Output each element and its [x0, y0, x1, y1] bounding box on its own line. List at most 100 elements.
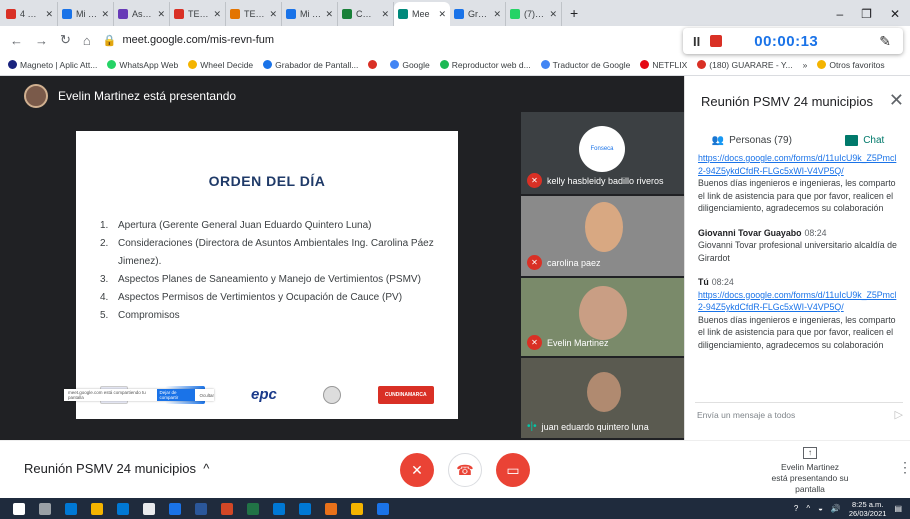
close-tab-icon[interactable]: ✕: [45, 9, 53, 20]
taskbar-app[interactable]: [32, 498, 58, 519]
browser-tab[interactable]: TESCOP ✕: [226, 2, 282, 26]
stop-icon[interactable]: [710, 35, 723, 47]
taskbar-app[interactable]: [292, 498, 318, 519]
tab-people-label: Personas (79): [729, 134, 792, 146]
participant-tile[interactable]: ✕ Evelin Martinez: [521, 278, 684, 356]
clock[interactable]: 8:25 a.m. 26/03/2021: [849, 500, 887, 518]
tray-chevron-icon[interactable]: ^: [806, 504, 810, 513]
close-tab-icon[interactable]: ✕: [269, 9, 277, 20]
stop-sharing-button[interactable]: Dejar de compartir: [156, 389, 196, 401]
bookmark-item[interactable]: (180) GUARARE - Y...: [697, 60, 793, 70]
bookmark-item[interactable]: WhatsApp Web: [107, 60, 178, 70]
network-icon[interactable]: ◒: [818, 504, 823, 513]
tab-favicon-icon: [454, 9, 464, 19]
volume-icon[interactable]: 🔊: [831, 504, 841, 513]
close-tab-icon[interactable]: ✕: [438, 9, 446, 20]
tab-label: (7) Wha: [524, 9, 546, 19]
taskbar-app[interactable]: [84, 498, 110, 519]
taskbar-app[interactable]: [370, 498, 396, 519]
close-panel-icon[interactable]: ✕: [889, 90, 904, 111]
taskbar-app[interactable]: [188, 498, 214, 519]
taskbar-app[interactable]: [318, 498, 344, 519]
app-icon: [195, 502, 207, 515]
close-tab-icon[interactable]: ✕: [381, 9, 389, 20]
pause-icon[interactable]: II: [693, 34, 700, 49]
taskbar-app[interactable]: [266, 498, 292, 519]
bookmark-item[interactable]: Otros favoritos: [817, 60, 885, 70]
browser-tab[interactable]: Mee ✕: [394, 2, 450, 26]
hide-notice-button[interactable]: Ocultar: [199, 393, 214, 398]
bookmark-item[interactable]: Magneto | Aplic Att...: [8, 60, 97, 70]
bookmark-item[interactable]: Traductor de Google: [540, 60, 630, 70]
notifications-icon[interactable]: ▤: [894, 504, 902, 513]
participant-tile[interactable]: •|• juan eduardo quintero luna: [521, 358, 684, 438]
app-icon: [273, 502, 285, 515]
participant-video: [585, 202, 623, 252]
browser-tab[interactable]: Grabado ✕: [450, 2, 506, 26]
taskbar-app[interactable]: [162, 498, 188, 519]
taskbar-app[interactable]: [58, 498, 84, 519]
close-tab-icon[interactable]: ✕: [549, 9, 557, 20]
taskbar-app[interactable]: [240, 498, 266, 519]
tab-chat[interactable]: Chat: [845, 134, 885, 146]
bookmark-item[interactable]: NETFLIX: [640, 60, 687, 70]
taskbar-app[interactable]: [344, 498, 370, 519]
tab-people[interactable]: 👥 Personas (79): [712, 135, 792, 146]
tab-chat-label: Chat: [863, 134, 885, 146]
new-tab-button[interactable]: +: [562, 2, 586, 26]
leave-call-button[interactable]: ☎: [448, 453, 482, 487]
taskbar-app[interactable]: [136, 498, 162, 519]
browser-tab[interactable]: TESCOP ✕: [170, 2, 226, 26]
close-tab-icon[interactable]: ✕: [157, 9, 165, 20]
taskbar-app[interactable]: [214, 498, 240, 519]
message-link[interactable]: https://docs.google.com/forms/d/11uIcU9k…: [698, 152, 899, 177]
url-field[interactable]: 🔒 meet.google.com/mis-revn-fum: [103, 34, 274, 47]
home-icon[interactable]: ⌂: [83, 33, 91, 48]
forward-icon[interactable]: →: [35, 33, 48, 48]
close-window-icon[interactable]: ✕: [890, 7, 900, 21]
participant-tile[interactable]: Fonseca ✕ kelly hasbleidy badillo rivero…: [521, 112, 684, 194]
close-tab-icon[interactable]: ✕: [493, 9, 501, 20]
reload-icon[interactable]: ↻: [60, 32, 71, 48]
sharing-notice: meet.google.com está compartiendo tu pan…: [64, 389, 214, 401]
bookmark-item[interactable]: Wheel Decide: [188, 60, 253, 70]
close-tab-icon[interactable]: ✕: [101, 9, 109, 20]
presenter-banner: Evelin Martinez está presentando: [0, 76, 684, 116]
mic-toggle-button[interactable]: ✕: [400, 453, 434, 487]
agenda-number: 5.: [100, 310, 109, 321]
bookmark-item[interactable]: Grabador de Pantall...: [263, 60, 358, 70]
browser-tab[interactable]: Mi unida✕: [58, 2, 114, 26]
participant-tile[interactable]: ✕ carolina paez: [521, 196, 684, 276]
browser-tab[interactable]: Mi unida✕: [282, 2, 338, 26]
taskbar-app[interactable]: [110, 498, 136, 519]
bookmark-item[interactable]: Google: [390, 60, 430, 70]
bookmark-label: Magneto | Aplic Att...: [20, 59, 98, 70]
help-icon[interactable]: ?: [794, 504, 798, 513]
pen-icon[interactable]: ✎: [879, 33, 891, 50]
message-link[interactable]: https://docs.google.com/forms/d/11uIcU9k…: [698, 289, 899, 314]
bookmark-favicon-icon: [697, 60, 707, 69]
tab-favicon-icon: [6, 9, 16, 19]
chat-input[interactable]: Envía un mensaje a todos ▷: [695, 402, 903, 426]
bookmark-item[interactable]: Reproductor web d...: [439, 60, 531, 70]
camera-toggle-button[interactable]: ▭: [496, 453, 530, 487]
back-icon[interactable]: ←: [10, 33, 23, 48]
meeting-details-button[interactable]: Reunión PSMV 24 municipios ^: [24, 461, 209, 476]
bookmark-item[interactable]: »: [803, 60, 808, 70]
browser-tab[interactable]: (7) Wha✕: [506, 2, 562, 26]
start-button[interactable]: [6, 498, 32, 519]
maximize-icon[interactable]: ❐: [861, 7, 872, 21]
bookmark-item[interactable]: [368, 60, 380, 69]
windows-taskbar: ? ^ ◒ 🔊 8:25 a.m. 26/03/2021 ▤: [0, 498, 910, 519]
browser-tab[interactable]: Asistenc ✕: [114, 2, 170, 26]
app-icon: [299, 502, 311, 515]
minimize-icon[interactable]: –: [836, 7, 843, 21]
browser-tab[interactable]: 4 nuevo ✕: [2, 2, 58, 26]
participant-name: carolina paez: [547, 257, 601, 268]
close-tab-icon[interactable]: ✕: [213, 9, 221, 20]
close-tab-icon[interactable]: ✕: [325, 9, 333, 20]
more-options-icon[interactable]: ⋮: [898, 459, 910, 476]
send-icon[interactable]: ▷: [895, 408, 903, 421]
present-status-button[interactable]: ↑ Evelin Martinez está presentando su pa…: [760, 447, 860, 495]
browser-tab[interactable]: CONVEN ✕: [338, 2, 394, 26]
